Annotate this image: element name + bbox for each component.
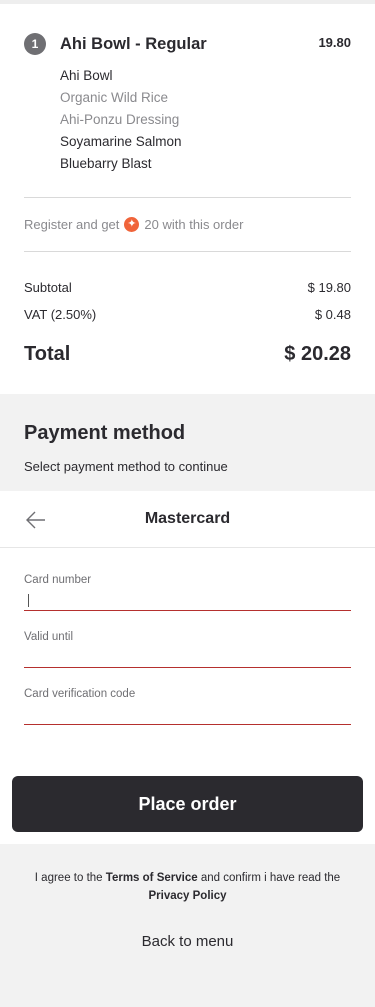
back-to-menu-link[interactable]: Back to menu bbox=[0, 933, 375, 950]
selected-method-title: Mastercard bbox=[144, 510, 231, 527]
order-summary: 1 Ahi Bowl - Regular 19.80 Ahi Bowl Orga… bbox=[0, 4, 375, 394]
arrow-left-icon[interactable] bbox=[24, 508, 48, 532]
valid-until-input[interactable] bbox=[24, 647, 351, 668]
total-row: Total $ 20.28 bbox=[24, 343, 351, 366]
subtotal-row: Subtotal $ 19.80 bbox=[24, 280, 351, 295]
total-label: Total bbox=[24, 343, 71, 365]
modifier-item: Ahi Bowl bbox=[60, 68, 113, 83]
reward-promo: Register and get ✦ 20 with this order bbox=[24, 198, 351, 251]
valid-until-label: Valid until bbox=[24, 631, 74, 643]
item-price: 19.80 bbox=[318, 35, 351, 50]
star-coin-icon: ✦ bbox=[124, 217, 140, 232]
order-item: 1 Ahi Bowl - Regular 19.80 bbox=[24, 28, 351, 60]
vat-value: $ 0.48 bbox=[314, 307, 351, 322]
modifier-item: Soyamarine Salmon bbox=[60, 134, 182, 149]
text-caret bbox=[28, 594, 29, 607]
reward-prefix: Register and get bbox=[24, 217, 120, 232]
modifier-item: Organic Wild Rice bbox=[60, 90, 169, 105]
payment-title: Payment method bbox=[24, 422, 186, 444]
vat-row: VAT (2.50%) $ 0.48 bbox=[24, 307, 351, 322]
subtotal-label: Subtotal bbox=[24, 280, 72, 295]
item-name: Ahi Bowl - Regular bbox=[60, 35, 207, 53]
valid-until-field-group: Valid until bbox=[24, 631, 351, 688]
legal-prefix: I agree to the bbox=[34, 872, 103, 884]
terms-of-service-link[interactable]: Terms of Service bbox=[106, 872, 198, 884]
card-fields: Card number Valid until Card verificatio… bbox=[0, 548, 375, 745]
payment-header: Payment method Select payment method to … bbox=[0, 394, 375, 491]
privacy-policy-link[interactable]: Privacy Policy bbox=[149, 890, 227, 902]
item-modifiers: Ahi Bowl Organic Wild Rice Ahi-Ponzu Dre… bbox=[60, 65, 351, 175]
footer: I agree to the Terms of Service and conf… bbox=[0, 844, 375, 1007]
cvc-field-group: Card verification code bbox=[24, 688, 351, 745]
modifier-item: Ahi-Ponzu Dressing bbox=[60, 112, 180, 127]
card-number-label: Card number bbox=[24, 574, 92, 586]
subtotal-value: $ 19.80 bbox=[307, 280, 351, 295]
vat-label: VAT (2.50%) bbox=[24, 307, 97, 322]
modifier-item: Bluebarry Blast bbox=[60, 156, 152, 171]
payment-subtitle: Select payment method to continue bbox=[24, 459, 228, 474]
card-number-input[interactable] bbox=[24, 590, 351, 611]
quantity-badge: 1 bbox=[24, 33, 46, 55]
legal-middle: and confirm i have read the bbox=[200, 872, 341, 884]
cvc-label: Card verification code bbox=[24, 688, 136, 700]
place-order-button[interactable]: Place order bbox=[12, 776, 363, 832]
card-number-field-group: Card number bbox=[24, 574, 351, 631]
reward-points: 20 with this order bbox=[144, 217, 244, 232]
total-value: $ 20.28 bbox=[284, 343, 351, 365]
card-method-header: Mastercard bbox=[0, 491, 375, 548]
cvc-input[interactable] bbox=[24, 704, 351, 725]
divider bbox=[24, 251, 351, 252]
legal-agreement: I agree to the Terms of Service and conf… bbox=[0, 844, 375, 905]
